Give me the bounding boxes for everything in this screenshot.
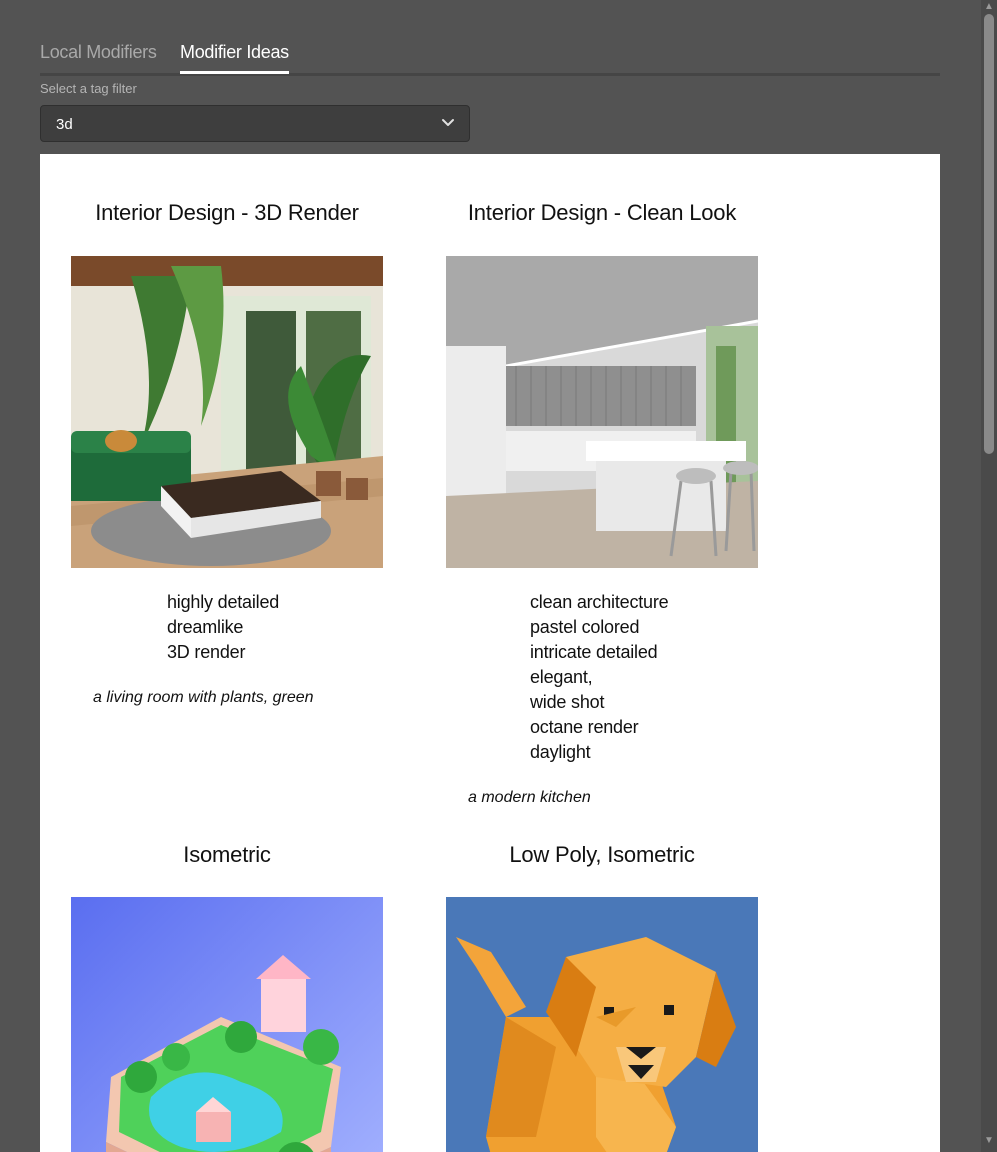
arrow-up-icon[interactable]: ▲ — [981, 0, 997, 14]
modifier-tag: clean architecture — [530, 592, 669, 612]
tab-modifier-ideas[interactable]: Modifier Ideas — [180, 42, 289, 74]
tab-bar: Local Modifiers Modifier Ideas — [40, 36, 940, 76]
card-title: Low Poly, Isometric — [509, 842, 695, 867]
tab-local-modifiers[interactable]: Local Modifiers — [40, 42, 157, 71]
tag-filter-value: 3d — [56, 116, 73, 133]
tag-filter-label: Select a tag filter — [40, 81, 137, 96]
modifier-ideas-panel: Interior Design - 3D Render highly detai… — [40, 154, 940, 1152]
card-title: Interior Design - Clean Look — [467, 200, 737, 225]
tag-filter-select[interactable]: 3d — [40, 105, 470, 142]
scrollbar-thumb[interactable] — [984, 14, 994, 454]
example-prompt: a modern kitchen — [468, 789, 591, 806]
modifier-tag: intricate detailed — [530, 642, 658, 662]
modifier-tag: 3D render — [167, 642, 246, 662]
modifier-tag: elegant, — [530, 667, 593, 687]
modifier-tag: pastel colored — [530, 617, 640, 637]
living-room-image[interactable] — [71, 256, 383, 568]
modifier-tag: highly detailed — [167, 592, 280, 612]
modifier-tag: daylight — [530, 742, 591, 762]
example-prompt: a living room with plants, green — [93, 689, 314, 706]
card-title: Isometric — [183, 842, 271, 867]
modifier-tags: clean architecture pastel colored intric… — [530, 590, 669, 765]
modifier-tags: highly detailed dreamlike 3D render — [167, 590, 279, 665]
vertical-scrollbar[interactable]: ▲ ▼ — [981, 0, 997, 1152]
modifier-tag: wide shot — [530, 692, 605, 712]
modern-kitchen-image[interactable] — [446, 256, 758, 568]
arrow-down-icon[interactable]: ▼ — [981, 1134, 997, 1148]
isometric-island-image[interactable] — [71, 897, 383, 1152]
modifier-tag: dreamlike — [167, 617, 244, 637]
card-title: Interior Design - 3D Render — [95, 200, 359, 225]
modifier-tag: octane render — [530, 717, 639, 737]
chevron-down-icon — [442, 119, 454, 126]
low-poly-dog-image[interactable] — [446, 897, 758, 1152]
